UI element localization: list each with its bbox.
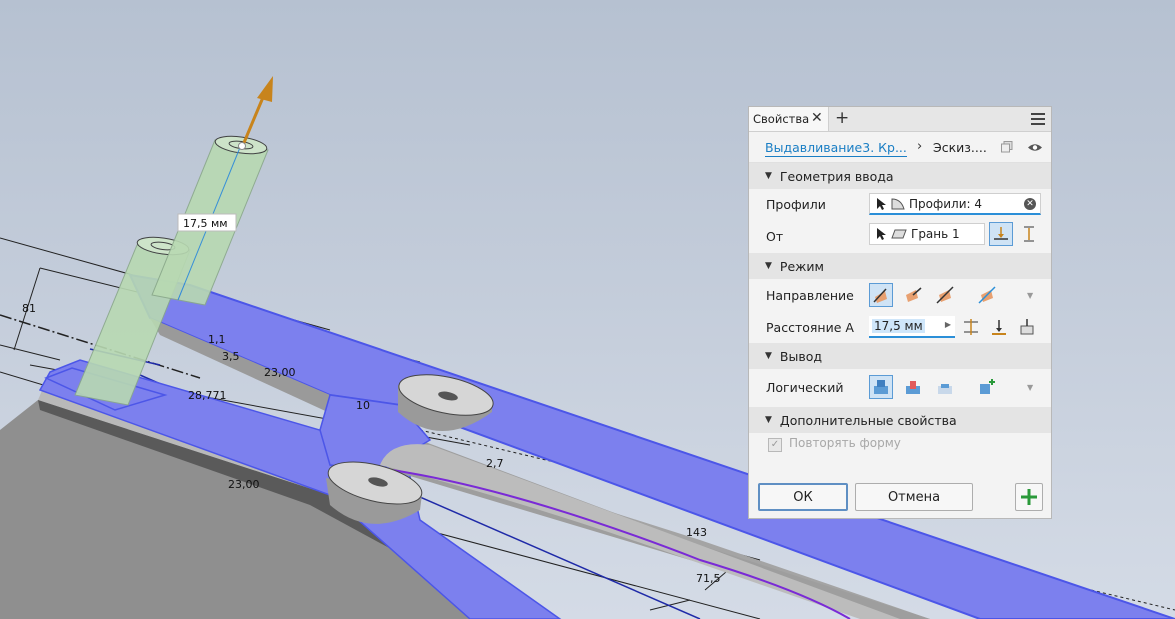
cut-icon bbox=[906, 381, 920, 394]
section-title: Вывод bbox=[779, 348, 823, 364]
from-value: Грань 1 bbox=[911, 227, 960, 241]
plus-icon[interactable]: + bbox=[835, 108, 849, 128]
section-input-geometry[interactable]: ▼ Геометрия ввода bbox=[749, 163, 1051, 189]
direction-label: Направление bbox=[766, 288, 854, 303]
section-title: Геометрия ввода bbox=[779, 168, 894, 184]
collapse-triangle-icon: ▼ bbox=[765, 351, 772, 361]
clear-icon[interactable]: ✕ bbox=[1024, 198, 1036, 210]
breadcrumb-sketch[interactable]: Эскиз.... bbox=[933, 140, 987, 155]
dimension-label: 10 bbox=[356, 399, 370, 412]
profiles-selector[interactable]: Профили: 4 ✕ bbox=[869, 193, 1041, 215]
chevron-right-icon[interactable]: ▶ bbox=[945, 320, 951, 329]
cursor-icon bbox=[877, 197, 886, 210]
from-face-flip-button[interactable] bbox=[989, 222, 1013, 246]
chevron-down-icon[interactable]: ▼ bbox=[1027, 383, 1033, 392]
flip-icon bbox=[906, 287, 922, 302]
profile-icon bbox=[891, 197, 905, 209]
apply-and-new-button[interactable] bbox=[1015, 483, 1043, 511]
from-label: От bbox=[766, 229, 784, 244]
dimension-label: 3,5 bbox=[222, 350, 240, 363]
face-icon bbox=[891, 229, 907, 239]
boolean-join-button[interactable] bbox=[869, 375, 893, 399]
extent-icon bbox=[1024, 226, 1034, 242]
dimension-label: 23,00 bbox=[228, 478, 260, 491]
ok-label: ОК bbox=[793, 489, 813, 505]
svg-text:17,5 мм: 17,5 мм bbox=[183, 217, 228, 230]
symmetric-icon bbox=[936, 286, 954, 304]
collapse-triangle-icon: ▼ bbox=[765, 171, 772, 181]
dimension-label: 23,00 bbox=[264, 366, 296, 379]
distance-through-button[interactable] bbox=[1015, 315, 1039, 339]
panel-tabbar: Свойства ✕ + bbox=[749, 107, 1051, 132]
dimension-label: 81 bbox=[22, 302, 36, 315]
dimension-label: 143 bbox=[686, 526, 707, 539]
direction-asymmetric-button[interactable] bbox=[975, 283, 999, 307]
section-advanced[interactable]: ▼ Дополнительные свойства bbox=[749, 407, 1051, 433]
distance-input[interactable]: 17,5 мм ▶ bbox=[869, 316, 955, 338]
direction-symmetric-button[interactable] bbox=[933, 283, 957, 307]
cursor-icon bbox=[877, 228, 886, 240]
to-icon bbox=[992, 320, 1006, 335]
from-selector[interactable]: Грань 1 bbox=[869, 223, 985, 245]
tab-label: Свойства bbox=[753, 112, 810, 126]
eye-icon[interactable] bbox=[1027, 142, 1043, 153]
direction-flip-button[interactable] bbox=[901, 283, 925, 307]
menu-icon[interactable] bbox=[1031, 113, 1045, 125]
cancel-label: Отмена bbox=[887, 489, 941, 505]
add-icon bbox=[1021, 489, 1037, 505]
ok-button[interactable]: ОК bbox=[758, 483, 848, 511]
cancel-button[interactable]: Отмена bbox=[855, 483, 973, 511]
dimension-label: 1,1 bbox=[208, 333, 226, 346]
repeat-shape-checkbox[interactable]: ✓ bbox=[768, 438, 782, 452]
boolean-cut-button[interactable] bbox=[901, 375, 925, 399]
collapse-triangle-icon: ▼ bbox=[765, 261, 772, 271]
breadcrumb: Выдавливание3. Кр... › Эскиз.... bbox=[749, 132, 1051, 163]
profiles-label: Профили bbox=[766, 197, 826, 212]
section-title: Дополнительные свойства bbox=[779, 412, 957, 428]
chevron-right-icon: › bbox=[917, 139, 923, 154]
extrusion-distance-label[interactable]: 17,5 мм bbox=[177, 213, 237, 232]
profiles-value: Профили: 4 bbox=[909, 196, 983, 211]
distance-between-button[interactable] bbox=[959, 315, 983, 339]
boolean-intersect-button[interactable] bbox=[933, 375, 957, 399]
align-icon bbox=[994, 227, 1008, 240]
collapse-triangle-icon: ▼ bbox=[765, 415, 772, 425]
boolean-icon bbox=[874, 380, 888, 394]
distance-value: 17,5 мм bbox=[872, 319, 925, 333]
properties-panel: Свойства ✕ + Выдавливание3. Кр... › Эски… bbox=[748, 106, 1052, 519]
section-output[interactable]: ▼ Вывод bbox=[749, 343, 1051, 369]
asymmetric-icon bbox=[978, 286, 996, 304]
new-body-icon bbox=[980, 379, 995, 394]
between-icon bbox=[964, 319, 978, 335]
through-icon bbox=[1020, 319, 1034, 335]
dimension-label: 28,771 bbox=[188, 389, 227, 402]
direction-icon bbox=[873, 288, 887, 303]
dimension-label: 2,7 bbox=[486, 457, 504, 470]
boolean-new-body-button[interactable] bbox=[975, 375, 999, 399]
distance-to-button[interactable] bbox=[987, 315, 1011, 339]
breadcrumb-feature-link[interactable]: Выдавливание3. Кр... bbox=[765, 140, 907, 157]
from-extent-button[interactable] bbox=[1017, 222, 1041, 246]
close-icon[interactable]: ✕ bbox=[811, 110, 823, 126]
copy-icon[interactable] bbox=[1001, 141, 1013, 153]
section-mode[interactable]: ▼ Режим bbox=[749, 253, 1051, 279]
dimension-label: 71,5 bbox=[696, 572, 721, 585]
repeat-shape-label: Повторять форму bbox=[789, 436, 901, 450]
boolean-label: Логический bbox=[766, 380, 844, 395]
direction-default-button[interactable] bbox=[869, 283, 893, 307]
section-title: Режим bbox=[779, 258, 824, 274]
intersect-icon bbox=[938, 384, 952, 394]
chevron-down-icon[interactable]: ▼ bbox=[1027, 291, 1033, 300]
distance-label: Расстояние A bbox=[766, 320, 854, 335]
